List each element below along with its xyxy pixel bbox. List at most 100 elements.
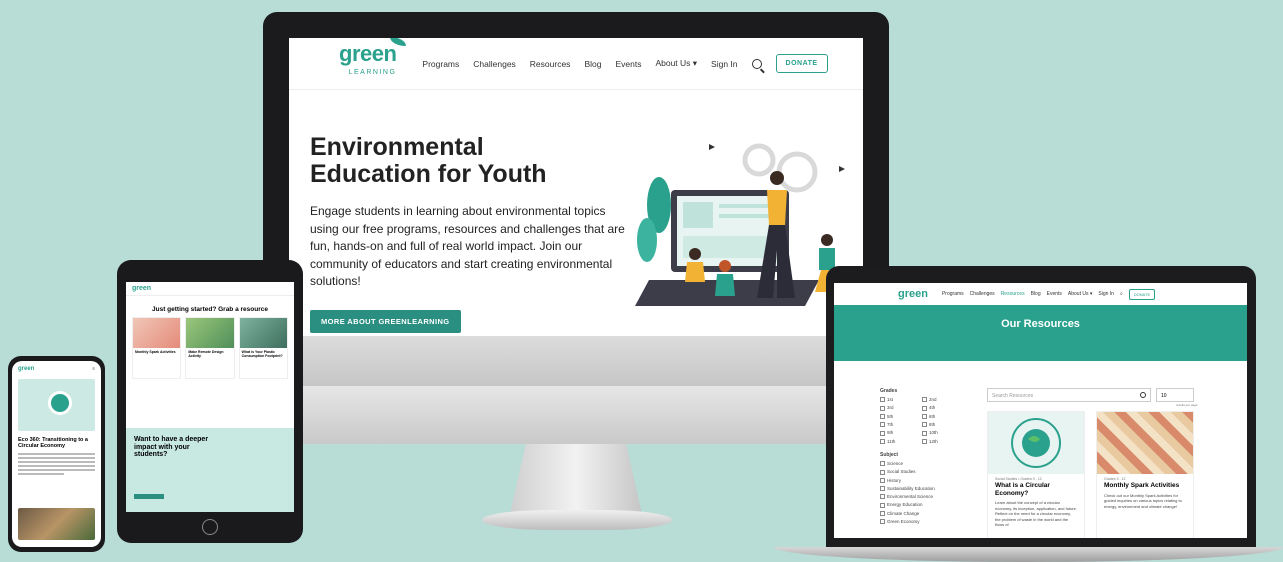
desktop-nav-links: Programs Challenges Resources Blog Event…: [422, 54, 828, 73]
card-title: Make Remote Design Activity: [188, 350, 224, 358]
hero-title: Environmental Education for Youth: [310, 133, 547, 188]
card-meta: Social Studies • Grades 9 - 12: [995, 477, 1042, 481]
card-image: [239, 318, 287, 348]
nav-sign-in[interactable]: Sign In: [711, 59, 737, 69]
subject-checkbox[interactable]: Science: [880, 461, 960, 466]
grade-checkbox[interactable]: 5th: [880, 414, 918, 419]
nav-challenges[interactable]: Challenges: [970, 291, 995, 297]
logo-subtext: LEARNING: [348, 69, 397, 76]
tablet-logo[interactable]: green: [132, 285, 151, 292]
nav-blog[interactable]: Blog: [1031, 291, 1041, 297]
phone-device: green ☰ Eco 360: Transitioning to a Circ…: [8, 356, 105, 552]
nav-programs[interactable]: Programs: [422, 59, 459, 69]
phone-nav: green ☰: [12, 361, 101, 377]
card-image: [186, 318, 234, 348]
desktop-logo[interactable]: green LEARNING: [339, 38, 407, 82]
grade-checkbox[interactable]: 6th: [922, 414, 960, 419]
tablet-band-title: Want to have a deeper impact with your s…: [134, 436, 209, 458]
grade-checkbox[interactable]: 4th: [922, 405, 960, 410]
resource-card[interactable]: Social Studies • Grades 9 - 12 What is a…: [987, 411, 1085, 538]
monitor-stand-neck: [510, 444, 642, 514]
grade-checkbox[interactable]: 2nd: [922, 397, 960, 402]
nav-blog[interactable]: Blog: [584, 59, 601, 69]
search-icon[interactable]: [1140, 392, 1146, 398]
card-image: [1097, 412, 1193, 474]
donate-button[interactable]: DONATE: [775, 54, 828, 73]
grade-checkbox[interactable]: 3rd: [880, 405, 918, 410]
subject-checkbox[interactable]: Green Economy: [880, 519, 960, 524]
tablet-promo-band: Want to have a deeper impact with your s…: [126, 428, 294, 512]
subject-checkbox[interactable]: Energy Education: [880, 502, 960, 507]
nav-events[interactable]: Events: [615, 59, 641, 69]
card-description: Learn about the concept of a circular ec…: [995, 500, 1077, 527]
nav-challenges[interactable]: Challenges: [473, 59, 516, 69]
laptop-nav: green Programs Challenges Resources Blog…: [834, 283, 1247, 305]
subject-checkbox[interactable]: Social Studies: [880, 469, 960, 474]
card-image: [988, 412, 1084, 474]
card-description: Check out our Monthly Spark Activities f…: [1104, 492, 1182, 509]
home-button[interactable]: [202, 519, 218, 535]
phone-body-text: [12, 449, 101, 479]
monitor-stand-base: [482, 510, 672, 530]
hero-illustration: [635, 143, 845, 306]
tablet-heading: Just getting started? Grab a resource: [152, 306, 268, 313]
menu-icon[interactable]: ☰: [92, 367, 95, 371]
subject-checkbox[interactable]: Environmental Science: [880, 494, 960, 499]
tablet-band-button[interactable]: [134, 494, 164, 499]
resources-banner: Our Resources: [834, 305, 1247, 361]
tablet-cards: Monthly Spark Activities Make Remote Des…: [126, 313, 294, 383]
laptop-device: green Programs Challenges Resources Blog…: [826, 266, 1256, 548]
grade-checkbox[interactable]: 7th: [880, 422, 918, 427]
grade-checkbox[interactable]: 9th: [880, 430, 918, 435]
grade-checkbox[interactable]: 12th: [922, 439, 960, 444]
phone-hero-image: [18, 379, 95, 431]
nav-resources[interactable]: Resources: [530, 59, 571, 69]
card-title: Monthly Spark Activities: [1104, 482, 1180, 489]
nav-about-us[interactable]: About Us ▾: [655, 58, 697, 69]
desktop-nav: green LEARNING Programs Challenges Resou…: [289, 38, 863, 90]
laptop-logo[interactable]: green: [898, 288, 928, 300]
donate-button[interactable]: DONATE: [1128, 288, 1156, 300]
tablet-device: green Just getting started? Grab a resou…: [117, 260, 303, 543]
tablet-card[interactable]: Make Remote Design Activity: [185, 317, 235, 379]
monitor-chin: [263, 386, 889, 444]
nav-resources[interactable]: Resources: [1001, 291, 1025, 297]
globe-icon: [48, 391, 72, 415]
grades-filter: 1st 2nd 3rd 4th 5th 6th 7th 8th 9th 10th…: [880, 397, 960, 444]
subject-checkbox[interactable]: History: [880, 478, 960, 483]
grades-heading: Grades: [880, 388, 898, 394]
more-about-button[interactable]: MORE ABOUT GREENLEARNING: [310, 310, 461, 333]
resource-card[interactable]: Grades 3 - 12 Monthly Spark Activities C…: [1096, 411, 1194, 538]
nav-sign-in[interactable]: Sign In: [1098, 291, 1114, 297]
grade-checkbox[interactable]: 11th: [880, 439, 918, 444]
phone-screen: green ☰ Eco 360: Transitioning to a Circ…: [12, 361, 101, 547]
nav-events[interactable]: Events: [1047, 291, 1062, 297]
tablet-nav: green: [126, 282, 294, 296]
search-resources-input[interactable]: Search Resources: [987, 388, 1151, 402]
hero-bottom-band: [289, 336, 863, 388]
filter-sidebar: Grades 1st 2nd 3rd 4th 5th 6th 7th 8th 9…: [880, 388, 960, 527]
desktop-screen: green LEARNING Programs Challenges Resou…: [289, 38, 863, 388]
tablet-card[interactable]: Monthly Spark Activities: [132, 317, 182, 379]
nav-about-us[interactable]: About Us ▾: [1068, 291, 1092, 297]
subject-heading: Subject: [880, 451, 899, 458]
card-meta: Grades 3 - 12: [1104, 477, 1126, 481]
circular-economy-icon: [1011, 418, 1061, 468]
tablet-screen: green Just getting started? Grab a resou…: [126, 282, 294, 512]
subject-checkbox[interactable]: Sustainability Education: [880, 486, 960, 491]
per-page-select[interactable]: 10: [1156, 388, 1194, 402]
subject-checkbox[interactable]: Climate Change: [880, 511, 960, 516]
grade-checkbox[interactable]: 1st: [880, 397, 918, 402]
grade-checkbox[interactable]: 10th: [922, 430, 960, 435]
card-title: What is Your Plastic Consumption Footpri…: [241, 350, 283, 358]
phone-logo[interactable]: green: [18, 366, 34, 372]
search-icon[interactable]: [751, 58, 762, 69]
card-image: [133, 318, 181, 348]
grade-checkbox[interactable]: 8th: [922, 422, 960, 427]
desktop-monitor: green LEARNING Programs Challenges Resou…: [263, 12, 889, 444]
nav-programs[interactable]: Programs: [942, 291, 964, 297]
tablet-card[interactable]: What is Your Plastic Consumption Footpri…: [238, 317, 288, 379]
search-icon[interactable]: ⌕: [1120, 291, 1123, 297]
card-title: What is a Circular Economy?: [995, 482, 1050, 497]
laptop-base: [774, 547, 1283, 562]
